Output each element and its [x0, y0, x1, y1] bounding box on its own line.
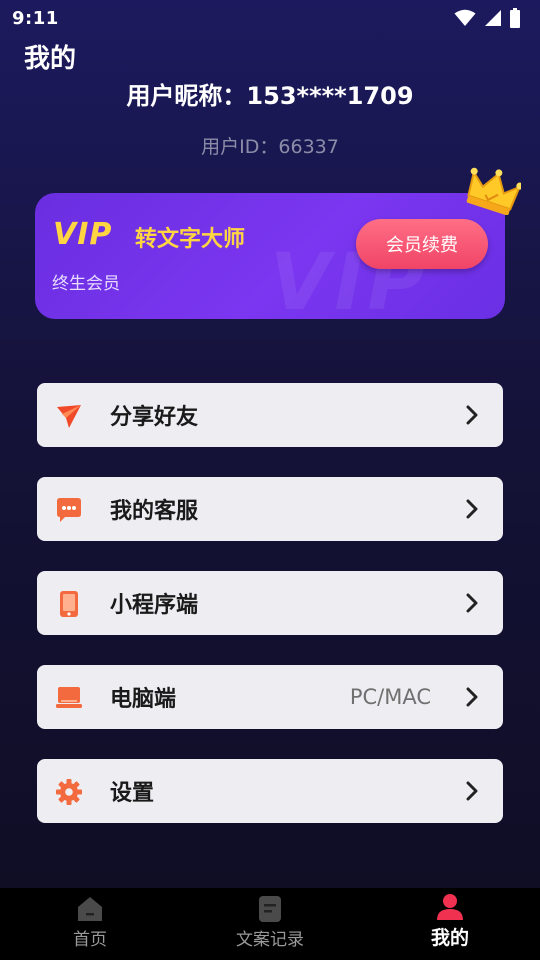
status-bar: 9:11	[0, 0, 540, 36]
nav-label: 首页	[73, 930, 107, 950]
menu-item-customer-service[interactable]: 我的客服	[37, 477, 503, 541]
page-title: 我的	[24, 44, 77, 74]
chevron-right-icon	[466, 499, 478, 519]
nav-label-active: 我的	[430, 927, 469, 949]
menu-item-desktop[interactable]: 电脑端 PC/MAC	[37, 665, 503, 729]
chevron-right-icon	[466, 781, 478, 801]
gear-icon	[56, 779, 82, 805]
nav-tab-mine[interactable]: 我的	[360, 888, 540, 960]
home-icon	[78, 897, 102, 921]
user-nickname: 用户昵称：153****1709	[0, 82, 540, 110]
menu-item-mini-program[interactable]: 小程序端	[37, 571, 503, 635]
crown-icon	[466, 167, 521, 215]
vip-app-name: 转文字大师	[135, 227, 246, 252]
menu-list: 分享好友 我的客服 小程序端 电脑端 PC/MAC 设置	[37, 383, 503, 853]
document-icon	[259, 896, 281, 922]
menu-item-settings[interactable]: 设置	[37, 759, 503, 823]
status-time: 9:11	[12, 7, 59, 29]
menu-label: 电脑端	[110, 687, 177, 712]
chevron-right-icon	[466, 405, 478, 425]
menu-label: 设置	[110, 781, 155, 806]
chat-icon	[57, 498, 81, 522]
chevron-right-icon	[466, 593, 478, 613]
user-nickname-text: 用户昵称：153****1709	[126, 82, 414, 110]
user-id: 用户ID：66337	[201, 136, 339, 158]
menu-label: 我的客服	[110, 499, 199, 524]
chevron-right-icon	[466, 687, 478, 707]
laptop-icon	[56, 687, 82, 708]
phone-icon	[60, 591, 78, 617]
signal-icon	[485, 10, 501, 26]
menu-value-platforms: PC/MAC	[349, 685, 431, 709]
vip-card[interactable]: VIP VIP 转文字大师 终生会员 会员续费	[35, 167, 521, 328]
menu-label: 分享好友	[110, 405, 199, 430]
status-icons	[454, 8, 520, 28]
vip-member-type: 终生会员	[52, 274, 120, 294]
user-icon	[437, 894, 463, 920]
nav-label: 文案记录	[236, 930, 304, 950]
renew-membership-button[interactable]: 会员续费	[356, 219, 488, 269]
vip-logo: VIP	[53, 217, 113, 252]
bottom-nav: 首页 文案记录 我的	[0, 888, 540, 960]
share-icon	[57, 405, 81, 428]
menu-label: 小程序端	[110, 593, 199, 618]
battery-icon	[510, 8, 520, 28]
menu-item-share-friends[interactable]: 分享好友	[37, 383, 503, 447]
nav-tab-home[interactable]: 首页	[0, 888, 180, 960]
nav-tab-records[interactable]: 文案记录	[180, 888, 360, 960]
wifi-icon	[454, 9, 476, 26]
